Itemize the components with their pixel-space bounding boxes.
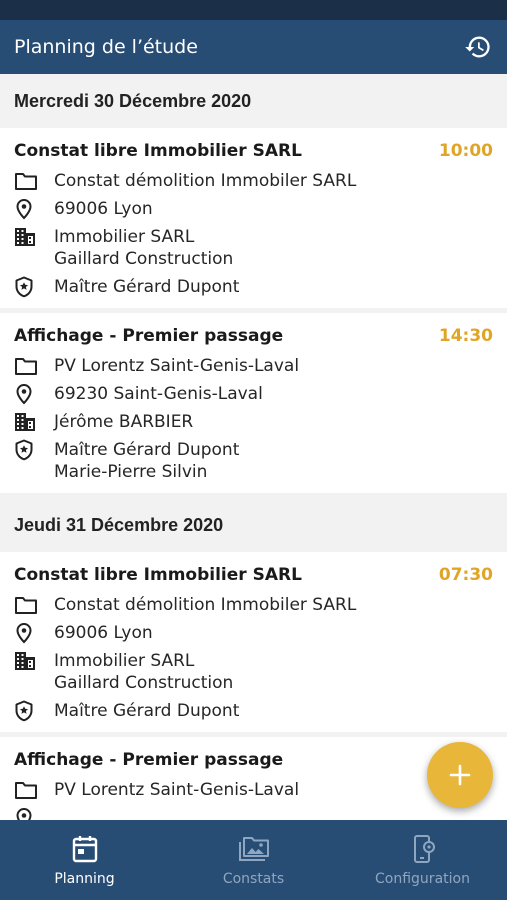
- nav-label: Constats: [222, 871, 285, 887]
- event-card[interactable]: Constat libre Immobilier SARL 07:30 Cons…: [0, 552, 507, 732]
- page-title: Planning de l’étude: [14, 36, 198, 58]
- add-event-button[interactable]: [427, 742, 493, 808]
- event-location: 69006 Lyon: [54, 199, 153, 219]
- shield-star-icon: [14, 439, 42, 461]
- photo-folder-icon: [237, 833, 271, 865]
- folder-icon: [14, 594, 42, 616]
- folder-icon: [14, 170, 42, 192]
- bailiff-line: Maître Gérard Dupont: [54, 701, 240, 721]
- history-button[interactable]: [463, 32, 493, 62]
- folder-icon: [14, 779, 42, 801]
- plus-icon: [449, 764, 471, 786]
- bailiff-line: Maître Gérard Dupont: [54, 440, 240, 460]
- event-time: 14:30: [438, 326, 493, 346]
- event-title: Constat libre Immobilier SARL: [14, 565, 302, 585]
- status-bar: [0, 0, 507, 20]
- event-bailiff: Maître Gérard Dupont Marie-Pierre Silvin: [54, 439, 239, 483]
- shield-star-icon: [14, 276, 42, 298]
- building-icon: [14, 650, 42, 672]
- nav-constats[interactable]: Constats: [169, 820, 338, 900]
- bailiff-line: Maître Gérard Dupont: [54, 277, 240, 297]
- calendar-icon: [71, 833, 99, 865]
- event-folder: Constat démolition Immobiler SARL: [54, 171, 357, 191]
- location-pin-icon: [14, 383, 42, 405]
- bailiff-line: Marie-Pierre Silvin: [54, 462, 208, 482]
- company-line: Gaillard Construction: [54, 249, 234, 269]
- event-time: 07:30: [438, 565, 493, 585]
- app-bar: Planning de l’étude: [0, 20, 507, 74]
- company-line: Gaillard Construction: [54, 673, 234, 693]
- event-folder: PV Lorentz Saint-Genis-Laval: [54, 356, 300, 376]
- nav-planning[interactable]: Planning: [0, 820, 169, 900]
- event-title: Constat libre Immobilier SARL: [14, 141, 302, 161]
- day-header: Mercredi 30 Décembre 2020: [0, 74, 507, 128]
- event-company: Jérôme BARBIER: [54, 411, 193, 433]
- folder-icon: [14, 355, 42, 377]
- building-icon: [14, 411, 42, 433]
- phone-settings-icon: [408, 833, 438, 865]
- event-location: 69006 Lyon: [54, 623, 153, 643]
- event-company: Immobilier SARL Gaillard Construction: [54, 650, 233, 694]
- nav-label: Configuration: [375, 871, 470, 887]
- bottom-navigation: Planning Constats Configuration: [0, 820, 507, 900]
- event-company: Immobilier SARL Gaillard Construction: [54, 226, 233, 270]
- location-pin-icon: [14, 622, 42, 644]
- event-bailiff: Maître Gérard Dupont: [54, 700, 239, 722]
- company-line: Jérôme BARBIER: [54, 412, 194, 432]
- building-icon: [14, 226, 42, 248]
- event-card[interactable]: Constat libre Immobilier SARL 10:00 Cons…: [0, 128, 507, 308]
- day-header: Jeudi 31 Décembre 2020: [0, 498, 507, 552]
- nav-label: Planning: [54, 871, 115, 887]
- location-pin-icon: [14, 807, 42, 820]
- event-location: 69230 Saint-Genis-Laval: [54, 384, 263, 404]
- event-folder: Constat démolition Immobiler SARL: [54, 595, 357, 615]
- event-time: 10:00: [438, 141, 493, 161]
- event-bailiff: Maître Gérard Dupont: [54, 276, 239, 298]
- history-icon: [465, 36, 490, 58]
- company-line: Immobilier SARL: [54, 651, 195, 671]
- shield-star-icon: [14, 700, 42, 722]
- nav-configuration[interactable]: Configuration: [338, 820, 507, 900]
- event-card[interactable]: Affichage - Premier passage 14:30 PV Lor…: [0, 313, 507, 493]
- location-pin-icon: [14, 198, 42, 220]
- company-line: Immobilier SARL: [54, 227, 195, 247]
- planning-list[interactable]: Mercredi 30 Décembre 2020 Constat libre …: [0, 74, 507, 820]
- event-folder: PV Lorentz Saint-Genis-Laval: [54, 780, 300, 800]
- event-title: Affichage - Premier passage: [14, 750, 284, 770]
- event-title: Affichage - Premier passage: [14, 326, 284, 346]
